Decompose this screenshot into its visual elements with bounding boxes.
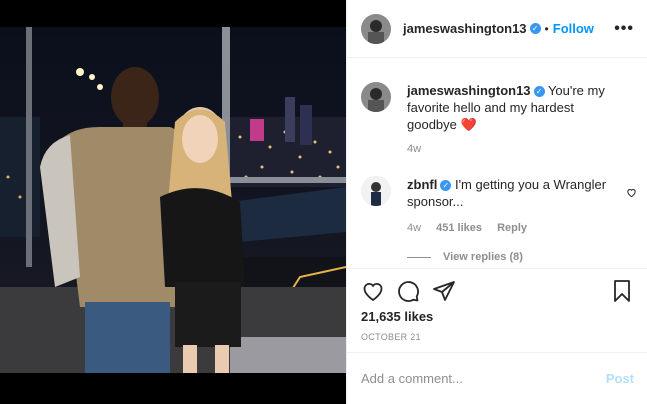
caption-username[interactable]: jameswashington13 [407, 83, 531, 98]
verified-badge-icon: ✓ [533, 86, 545, 98]
comment-meta: 4w 451 likes Reply [407, 222, 539, 234]
comment-like-heart-icon[interactable] [626, 185, 637, 203]
comment-time: 4w [407, 222, 422, 234]
caption-time[interactable]: 4w [407, 141, 612, 158]
share-icon[interactable] [432, 279, 456, 303]
comment-icon[interactable] [396, 279, 420, 303]
follow-button[interactable]: Follow [553, 21, 594, 36]
separator-dot: • [544, 21, 549, 36]
view-replies-label[interactable]: View replies (8) [443, 251, 523, 263]
avatar[interactable] [361, 176, 391, 206]
comment-likes[interactable]: 451 likes [436, 222, 482, 234]
post-date[interactable]: OCTOBER 21 [361, 332, 421, 342]
heart-emoji: ❤️ [460, 117, 477, 132]
header-info: jameswashington13 ✓ • Follow [403, 21, 594, 36]
post-header: jameswashington13 ✓ • Follow ••• [347, 0, 647, 58]
verified-badge-icon: ✓ [529, 23, 541, 34]
avatar[interactable] [361, 82, 391, 112]
photo-pane [0, 0, 346, 404]
add-comment-bar: Post [347, 352, 647, 404]
reply-button[interactable]: Reply [497, 222, 527, 234]
comment-text: zbnfl ✓ I'm getting you a Wrangler sponso… [407, 176, 612, 210]
more-options-icon[interactable]: ••• [614, 20, 634, 38]
post-photo[interactable] [0, 27, 346, 373]
comment-username[interactable]: zbnfl [407, 177, 437, 192]
caption-comment: jameswashington13 ✓ You're my favorite he… [361, 82, 641, 158]
heart-icon[interactable] [361, 279, 385, 303]
likes-count[interactable]: 21,635 likes [361, 309, 433, 324]
caption-text: jameswashington13 ✓ You're my favorite he… [407, 82, 612, 158]
view-replies[interactable]: View replies (8) [407, 251, 535, 263]
header-username[interactable]: jameswashington13 [403, 21, 527, 36]
verified-badge-icon: ✓ [440, 180, 452, 192]
post-comment-button[interactable]: Post [606, 371, 634, 386]
comment-item: zbnfl ✓ I'm getting you a Wrangler sponso… [361, 176, 641, 210]
bookmark-icon[interactable] [610, 279, 634, 303]
post-photo-image [0, 27, 346, 373]
add-comment-input[interactable] [361, 371, 591, 386]
post-side-panel: jameswashington13 ✓ • Follow ••• jameswa… [346, 0, 647, 404]
replies-divider [407, 256, 431, 258]
avatar[interactable] [361, 13, 391, 44]
actions-bar: 21,635 likes OCTOBER 21 [347, 268, 647, 352]
